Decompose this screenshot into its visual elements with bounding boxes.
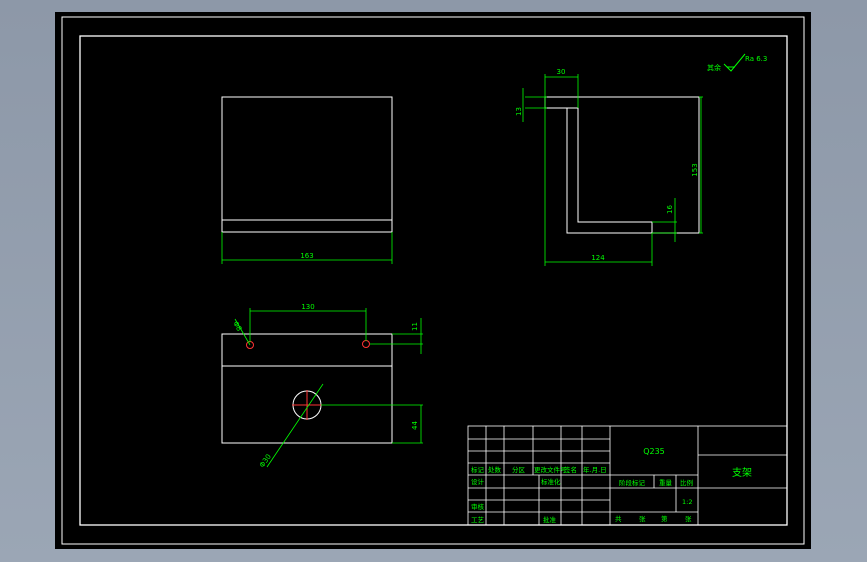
hole-offset-dim: 11	[411, 322, 419, 331]
outer-frame	[61, 16, 805, 545]
front-width-dim: 163	[300, 252, 313, 260]
row-standard: 标准化	[541, 477, 561, 486]
material-label: Q235	[643, 447, 665, 456]
roughness-symbol: 其余 Ra 6.3	[707, 53, 767, 72]
bottom-outline	[221, 333, 393, 444]
row-review: 审核	[471, 502, 485, 511]
weight-label: 重量	[659, 479, 673, 487]
header-label-mark: 标记	[471, 465, 485, 474]
cad-viewport[interactable]: 其余 Ra 6.3 163 30 13 153 16 124 130 Φ8 11…	[55, 12, 811, 549]
side-outer-profile	[544, 96, 700, 234]
side-inner-profile	[545, 107, 652, 234]
inner-frame	[79, 35, 788, 526]
front-outline	[221, 96, 393, 233]
side-bottom-thickness-dim: 16	[666, 205, 674, 214]
scale-value: 1:2	[682, 498, 692, 506]
side-view: 30 13 153 16 124	[515, 68, 703, 266]
header-label-date: 年.月.日	[583, 465, 607, 474]
stage-mark-label: 阶段标记	[619, 478, 646, 487]
row-approve: 批准	[543, 515, 557, 524]
sheet-label-total: 共	[615, 514, 622, 523]
side-height-dim: 153	[691, 163, 699, 176]
header-label-zone: 分区	[512, 465, 526, 474]
side-top-width-dim: 30	[557, 68, 566, 76]
row-design: 设计	[471, 477, 485, 486]
title-block-text: Q235 支架 标记 处数 分区 更改文件号 签名 年.月.日 设计 标准化 审…	[471, 447, 752, 524]
drawing-title: 支架	[732, 467, 752, 479]
row-process: 工艺	[471, 516, 485, 524]
large-hole-height-dim: 44	[411, 421, 419, 430]
sheet-label-no: 第	[661, 514, 668, 523]
side-top-thickness-dim: 13	[515, 107, 523, 116]
drawing-canvas: 其余 Ra 6.3 163 30 13 153 16 124 130 Φ8 11…	[61, 16, 805, 545]
small-hole-right	[362, 340, 370, 348]
sheet-label-sheets-1: 张	[639, 514, 646, 523]
ratio-label: 比例	[680, 478, 693, 487]
header-label-count: 处数	[488, 465, 502, 474]
header-label-change-doc: 更改文件号	[534, 465, 567, 474]
bottom-view: 130 Φ8 11 Φ30 44	[221, 303, 423, 469]
front-view: 163	[221, 96, 393, 264]
roughness-prefix: 其余	[707, 63, 721, 72]
header-label-signature: 签名	[564, 465, 577, 474]
roughness-value: Ra 6.3	[745, 55, 767, 63]
side-base-length-dim: 124	[591, 254, 605, 262]
hole-spacing-dim: 130	[301, 303, 314, 311]
roughness-check-icon	[723, 53, 746, 72]
sheet-label-sheets-2: 张	[685, 514, 692, 523]
